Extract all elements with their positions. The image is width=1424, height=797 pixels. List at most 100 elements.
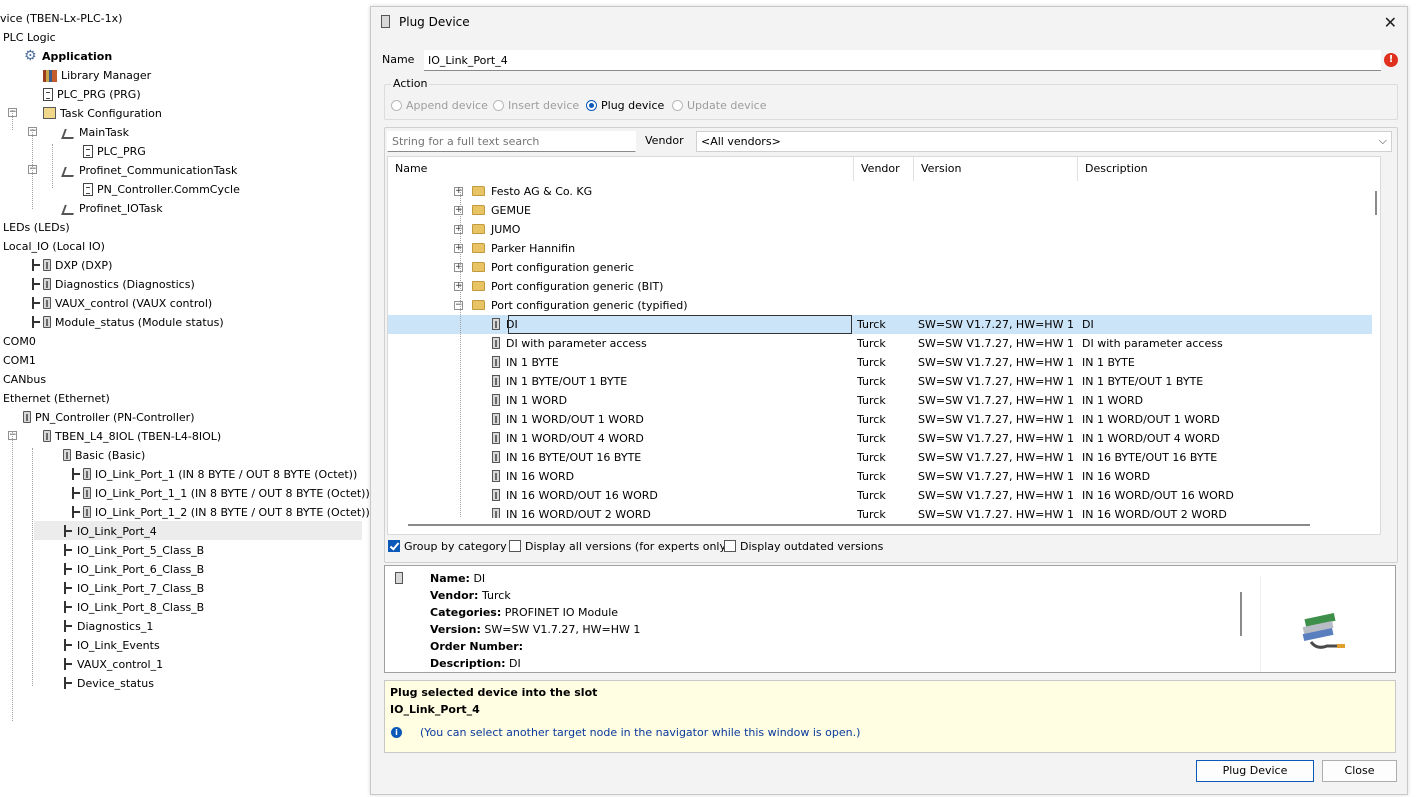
category-row[interactable]: − Port configuration generic (typified) xyxy=(388,296,1372,315)
tree-item[interactable]: PLC_PRG xyxy=(0,141,146,160)
tree-item[interactable]: PLC_PRG (PRG) xyxy=(0,84,141,103)
tree-item[interactable]: Local_IO (Local IO) xyxy=(0,236,105,255)
column-header-version[interactable]: Version xyxy=(914,157,1078,181)
display-all-versions-checkbox[interactable]: Display all versions (for experts only) xyxy=(509,540,730,553)
vendor-dropdown[interactable]: <All vendors> ⌵ xyxy=(696,131,1392,152)
tree-item[interactable]: Profinet_IOTask xyxy=(0,198,163,217)
tree-item-label: Application xyxy=(42,49,113,63)
tree-item[interactable]: Ethernet (Ethernet) xyxy=(0,388,110,407)
module-row[interactable]: DI Turck SW=SW V1.7.27, HW=HW 1 DI xyxy=(388,315,1372,334)
module-vendor: Turck xyxy=(857,489,886,502)
plug-device-button[interactable]: Plug Device xyxy=(1196,760,1314,782)
tree-item[interactable]: Diagnostics_1 xyxy=(0,616,153,635)
module-row[interactable]: DI with parameter access Turck SW=SW V1.7.… xyxy=(388,334,1372,353)
module-row[interactable]: IN 1 WORD Turck SW=SW V1.7.27, HW=HW 1 IN 1… xyxy=(388,391,1372,410)
empty-slot-icon xyxy=(63,582,73,594)
tree-item-label: IO_Link_Port_4 xyxy=(77,524,157,538)
close-icon[interactable]: ✕ xyxy=(1384,13,1397,32)
tree-item[interactable]: − TBEN_L4_8IOL (TBEN-L4-8IOL) xyxy=(0,426,221,445)
category-row[interactable]: + Festo AG & Co. KG xyxy=(388,182,1372,201)
expand-icon[interactable]: + xyxy=(454,225,463,234)
tree-item[interactable]: PN_Controller (PN-Controller) xyxy=(0,407,195,426)
module-row[interactable]: IN 16 WORD Turck SW=SW V1.7.27, HW=HW 1 IN … xyxy=(388,467,1372,486)
append-device-radio[interactable]: Append device xyxy=(391,99,488,112)
tree-item[interactable]: − Profinet_CommunicationTask xyxy=(0,160,237,179)
name-label: Name xyxy=(382,53,415,66)
device-list[interactable]: Name Vendor Version Description + Festo A… xyxy=(387,156,1381,535)
name-input[interactable] xyxy=(424,50,1381,71)
tree-item[interactable]: LEDs (LEDs) xyxy=(0,217,70,236)
tree-item[interactable]: CANbus xyxy=(0,369,46,388)
tree-item[interactable]: DXP (DXP) xyxy=(0,255,112,274)
tree-item[interactable]: VAUX_control_1 xyxy=(0,654,163,673)
tree-item[interactable]: vice (TBEN-Lx-PLC-1x) xyxy=(0,8,122,27)
module-row[interactable]: IN 1 BYTE Turck SW=SW V1.7.27, HW=HW 1 IN 1… xyxy=(388,353,1372,372)
tree-item[interactable]: PLC Logic xyxy=(0,27,56,46)
tree-item[interactable]: IO_Link_Port_7_Class_B xyxy=(0,578,204,597)
module-desc: IN 1 WORD/OUT 1 WORD xyxy=(1082,413,1220,426)
module-row[interactable]: IN 1 BYTE/OUT 1 BYTE Turck SW=SW V1.7.27, … xyxy=(388,372,1372,391)
tree-item[interactable]: PN_Controller.CommCycle xyxy=(0,179,240,198)
tree-item-label: COM1 xyxy=(3,353,36,367)
tree-item[interactable]: IO_Link_Port_1 (IN 8 BYTE / OUT 8 BYTE (… xyxy=(0,464,357,483)
expand-icon[interactable]: + xyxy=(454,282,463,291)
column-header-description[interactable]: Description xyxy=(1078,157,1372,181)
tree-item[interactable]: Diagnostics (Diagnostics) xyxy=(0,274,195,293)
module-icon xyxy=(492,394,500,406)
module-desc: IN 16 BYTE/OUT 16 BYTE xyxy=(1082,451,1218,464)
tree-item[interactable]: Module_status (Module status) xyxy=(0,312,224,331)
vertical-scrollbar[interactable] xyxy=(1372,185,1380,518)
module-name: IN 1 BYTE/OUT 1 BYTE xyxy=(506,375,628,388)
tree-item[interactable]: IO_Link_Port_8_Class_B xyxy=(0,597,204,616)
category-row[interactable]: + JUMO xyxy=(388,220,1372,239)
vertical-scrollbar-thumb[interactable] xyxy=(1375,191,1377,215)
horizontal-scrollbar[interactable] xyxy=(388,518,1380,534)
category-row[interactable]: + Parker Hannifin xyxy=(388,239,1372,258)
display-outdated-versions-checkbox[interactable]: Display outdated versions xyxy=(724,540,883,553)
tree-item[interactable]: − MainTask xyxy=(0,122,129,141)
collapse-icon[interactable]: − xyxy=(454,301,463,310)
tree-item[interactable]: COM1 xyxy=(0,350,36,369)
module-row[interactable]: IN 1 WORD/OUT 1 WORD Turck SW=SW V1.7.27, … xyxy=(388,410,1372,429)
expand-icon[interactable]: + xyxy=(454,206,463,215)
expand-icon[interactable]: + xyxy=(454,244,463,253)
column-header-name[interactable]: Name xyxy=(388,157,854,181)
tree-item[interactable]: IO_Link_Port_1_2 (IN 8 BYTE / OUT 8 BYTE… xyxy=(0,502,370,521)
tree-item[interactable]: IO_Link_Port_6_Class_B xyxy=(0,559,204,578)
close-button[interactable]: Close xyxy=(1322,760,1397,782)
tree-item[interactable]: ⚙ Application xyxy=(0,46,112,65)
insert-device-radio[interactable]: Insert device xyxy=(493,99,579,112)
empty-slot-icon xyxy=(63,677,73,689)
info-scrollbar-thumb[interactable] xyxy=(1240,592,1242,636)
tree-item-label: IO_Link_Port_1 (IN 8 BYTE / OUT 8 BYTE (… xyxy=(95,467,358,481)
update-device-radio[interactable]: Update device xyxy=(672,99,766,112)
tree-guide-line xyxy=(12,431,13,721)
category-row[interactable]: + GEMUE xyxy=(388,201,1372,220)
tree-item[interactable]: IO_Link_Events xyxy=(0,635,160,654)
search-input[interactable] xyxy=(387,131,636,152)
module-row[interactable]: IN 16 WORD/OUT 16 WORD Turck SW=SW V1.7.27… xyxy=(388,486,1372,505)
tree-item[interactable]: IO_Link_Port_5_Class_B xyxy=(0,540,204,559)
category-label: GEMUE xyxy=(491,204,531,217)
tree-item[interactable]: Device_status xyxy=(0,673,154,692)
tree-item[interactable]: VAUX_control (VAUX control) xyxy=(0,293,212,312)
module-row[interactable]: IN 16 BYTE/OUT 16 BYTE Turck SW=SW V1.7.27… xyxy=(388,448,1372,467)
tree-item[interactable]: IO_Link_Port_4 xyxy=(34,521,362,540)
tree-item[interactable]: Basic (Basic) xyxy=(0,445,145,464)
horizontal-scrollbar-thumb[interactable] xyxy=(408,524,1310,526)
expand-icon[interactable]: + xyxy=(454,187,463,196)
tree-item-label: Profinet_CommunicationTask xyxy=(79,163,238,177)
category-row[interactable]: + Port configuration generic (BIT) xyxy=(388,277,1372,296)
expand-icon[interactable]: + xyxy=(454,263,463,272)
tree-item[interactable]: COM0 xyxy=(0,331,36,350)
plug-device-radio[interactable]: Plug device xyxy=(586,99,664,112)
column-header-vendor[interactable]: Vendor xyxy=(854,157,914,181)
tree-guide-line xyxy=(32,448,33,686)
category-row[interactable]: + Port configuration generic xyxy=(388,258,1372,277)
tree-item[interactable]: IO_Link_Port_1_1 (IN 8 BYTE / OUT 8 BYTE… xyxy=(0,483,370,502)
group-by-category-checkbox[interactable]: Group by category xyxy=(388,540,507,553)
tree-item[interactable]: − Task Configuration xyxy=(0,103,162,122)
module-row[interactable]: IN 1 WORD/OUT 4 WORD Turck SW=SW V1.7.27, … xyxy=(388,429,1372,448)
tree-item[interactable]: Library Manager xyxy=(0,65,151,84)
category-label: Parker Hannifin xyxy=(491,242,576,255)
